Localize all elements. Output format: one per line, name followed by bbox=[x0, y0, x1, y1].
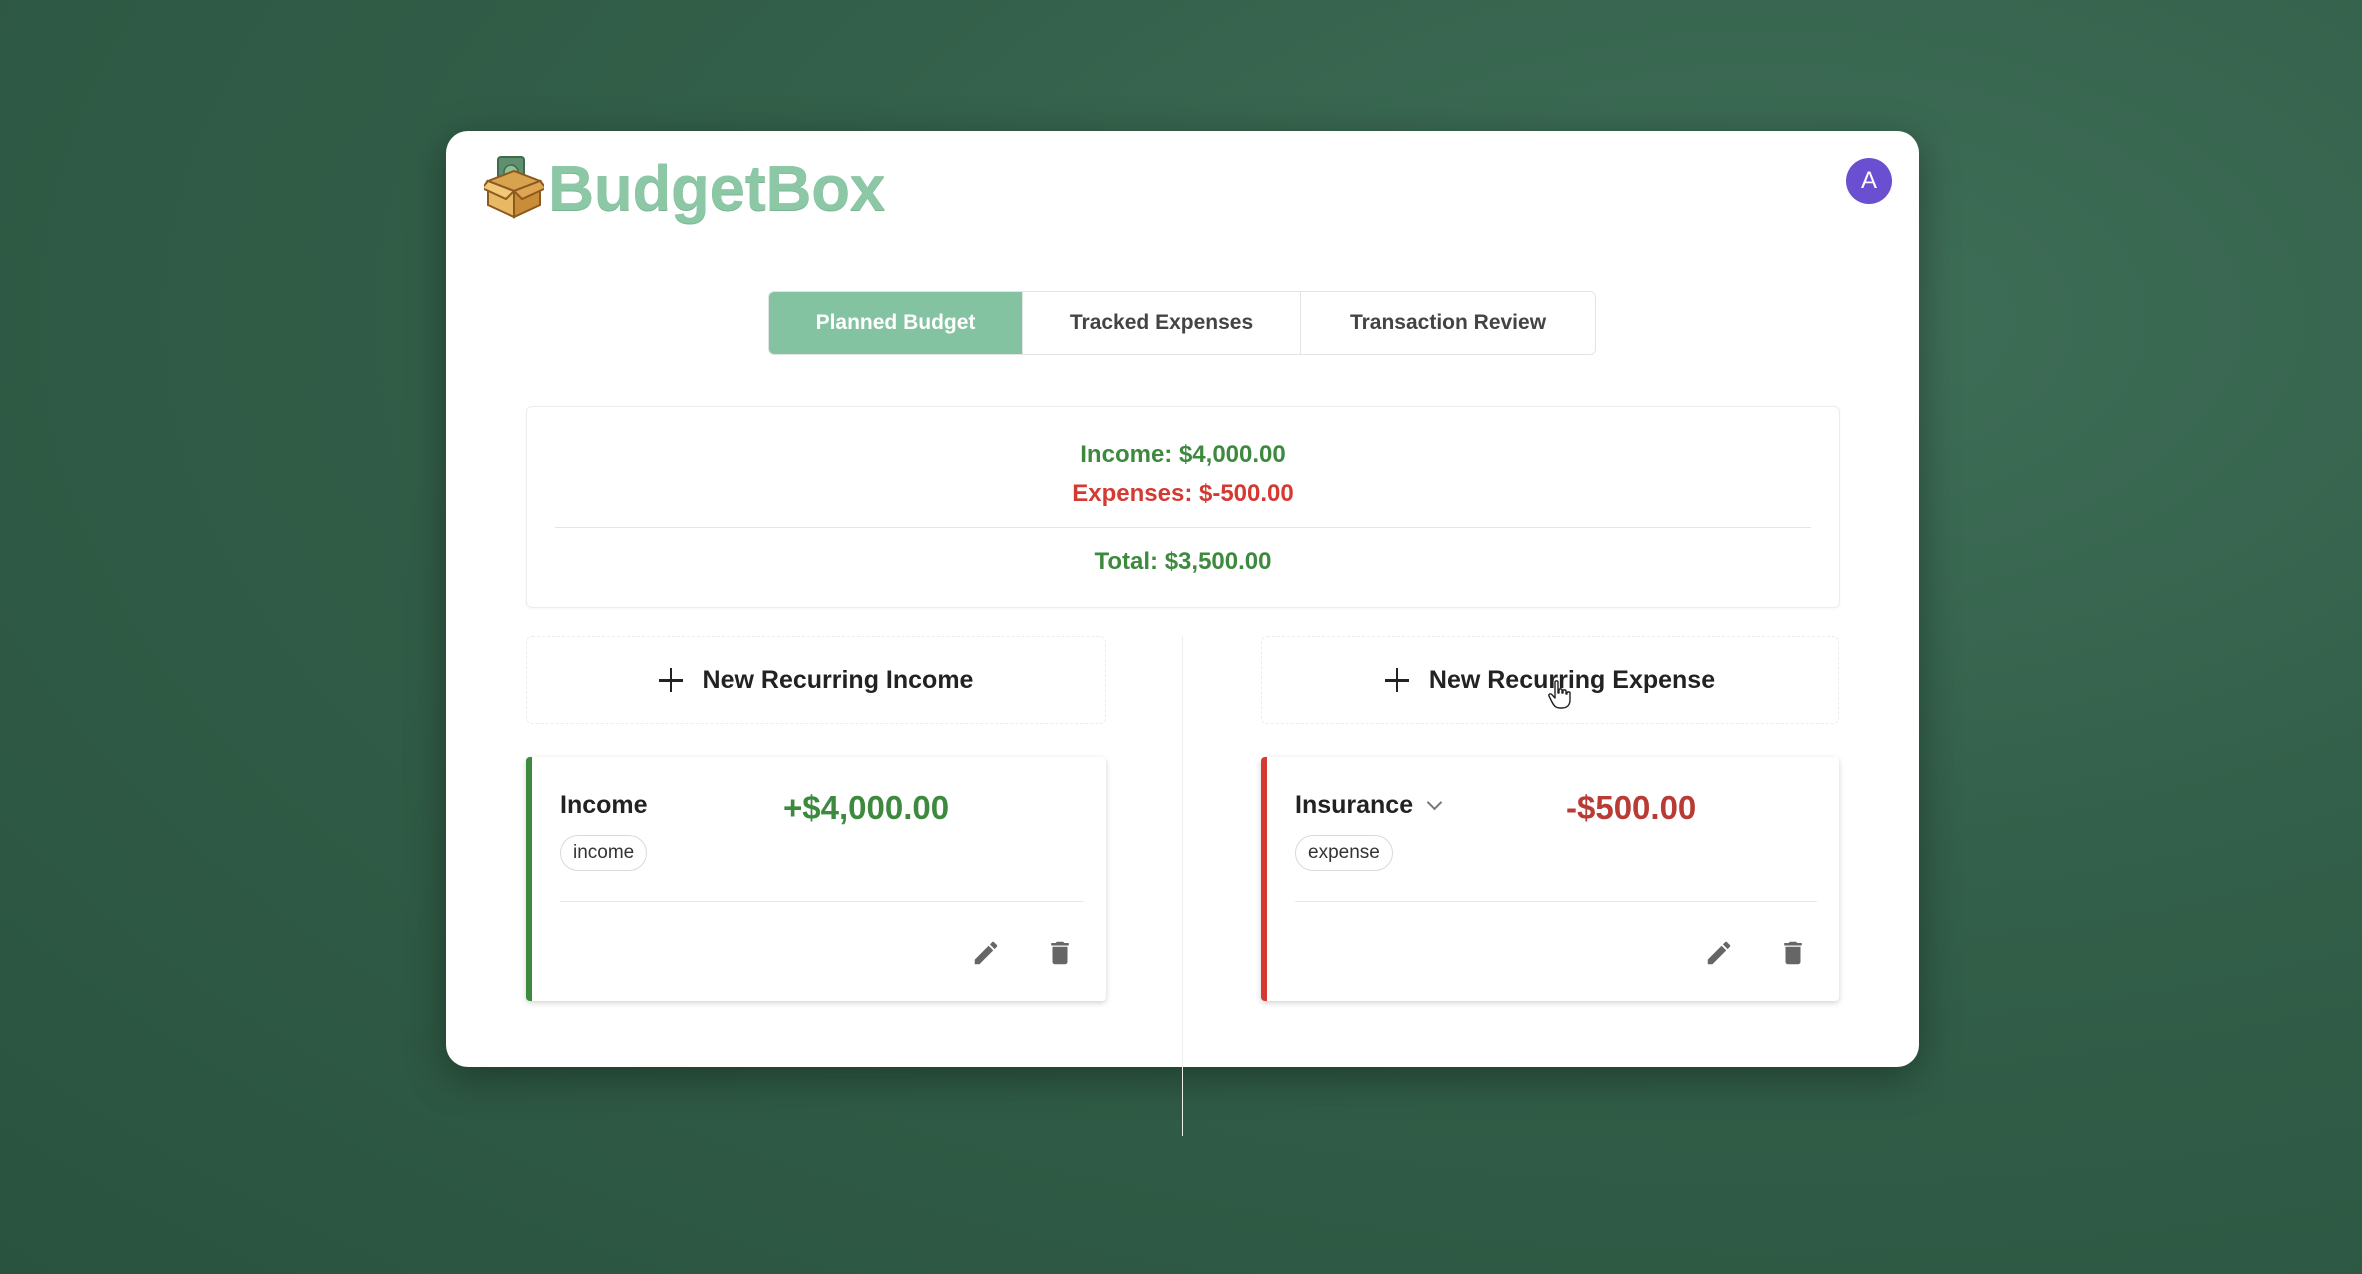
column-divider bbox=[1182, 636, 1183, 1136]
tab-planned-budget[interactable]: Planned Budget bbox=[769, 292, 1023, 354]
income-item-card: Income +$4,000.00 income bbox=[526, 757, 1106, 1001]
summary-divider bbox=[555, 527, 1811, 528]
view-tabs: Planned Budget Tracked Expenses Transact… bbox=[768, 291, 1596, 355]
box-money-icon bbox=[484, 155, 544, 221]
edit-expense-button[interactable] bbox=[1701, 935, 1737, 971]
summary-total: Total: $3,500.00 bbox=[1094, 548, 1272, 575]
income-item-name: Income bbox=[560, 791, 648, 820]
card-divider bbox=[560, 901, 1084, 902]
hand-cursor-icon bbox=[1547, 680, 1573, 715]
chevron-down-icon[interactable] bbox=[1426, 794, 1443, 811]
pencil-icon bbox=[974, 941, 998, 965]
income-item-amount: +$4,000.00 bbox=[783, 789, 950, 826]
delete-income-button[interactable] bbox=[1042, 935, 1078, 971]
summary-income: Income: $4,000.00 bbox=[1080, 441, 1286, 468]
trash-icon bbox=[1784, 941, 1802, 965]
budget-summary: Income: $4,000.00 Expenses: $-500.00 Tot… bbox=[526, 406, 1840, 608]
plus-icon bbox=[658, 668, 683, 692]
tab-transaction-review[interactable]: Transaction Review bbox=[1301, 292, 1595, 354]
new-recurring-income-label: New Recurring Income bbox=[702, 665, 974, 694]
app-logo[interactable]: BudgetBox bbox=[484, 151, 885, 225]
expense-item-tag: expense bbox=[1295, 835, 1393, 871]
expense-item-name-text: Insurance bbox=[1295, 791, 1414, 819]
app-name: BudgetBox bbox=[548, 152, 885, 224]
card-divider bbox=[1295, 901, 1817, 902]
user-avatar[interactable]: A bbox=[1846, 158, 1892, 204]
income-item-tag: income bbox=[560, 835, 648, 871]
expense-item-amount: -$500.00 bbox=[1566, 789, 1697, 826]
income-item-name-text: Income bbox=[560, 791, 648, 819]
delete-expense-button[interactable] bbox=[1775, 935, 1811, 971]
app-window: BudgetBox A Planned Budget Tracked Expen… bbox=[446, 131, 1919, 1136]
summary-expenses: Expenses: $-500.00 bbox=[1072, 480, 1294, 507]
pencil-icon bbox=[1707, 941, 1731, 965]
tab-tracked-expenses[interactable]: Tracked Expenses bbox=[1023, 292, 1301, 354]
trash-icon bbox=[1051, 941, 1069, 965]
expense-item-card: Insurance -$500.00 expense bbox=[1261, 757, 1839, 1001]
plus-icon bbox=[1384, 668, 1409, 692]
expense-item-name[interactable]: Insurance bbox=[1295, 791, 1443, 820]
edit-income-button[interactable] bbox=[968, 935, 1004, 971]
new-recurring-income-button[interactable]: New Recurring Income bbox=[526, 636, 1106, 724]
